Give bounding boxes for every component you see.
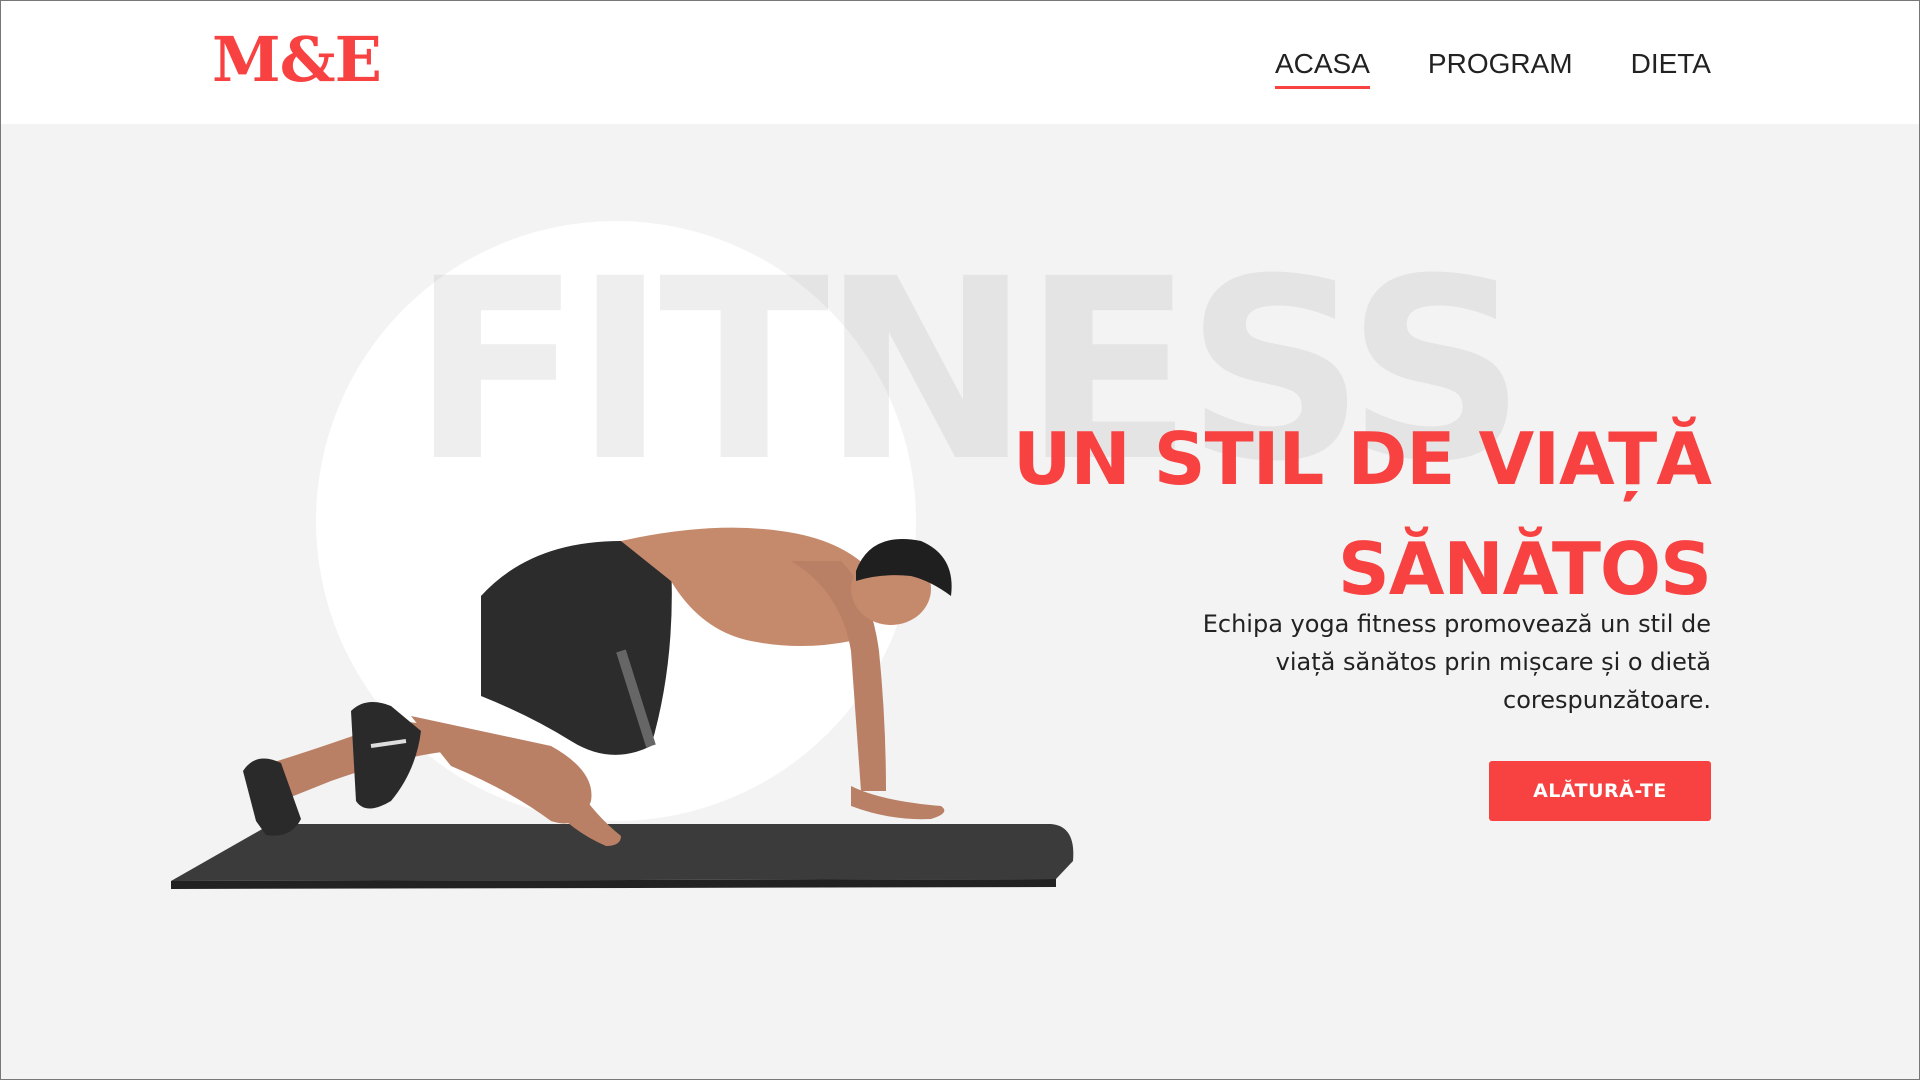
join-button[interactable]: ALĂTURĂ-TE	[1489, 761, 1711, 821]
nav-item-acasa[interactable]: ACASA	[1274, 47, 1370, 89]
hero-title: UN STIL DE VIAȚĂ SĂNĂTOS	[991, 404, 1712, 624]
main-nav: ACASA PROGRAM DIETA	[1274, 47, 1711, 89]
man-exercising-illustration	[171, 527, 1074, 889]
hero-description: Echipa yoga fitness promovează un stil d…	[1202, 610, 1711, 714]
logo[interactable]: M&E	[212, 27, 382, 93]
nav-item-program[interactable]: PROGRAM	[1428, 47, 1573, 81]
site-header: M&E ACASA PROGRAM DIETA	[1, 1, 1919, 124]
front-shoe	[351, 702, 421, 809]
nav-item-dieta[interactable]: DIETA	[1631, 47, 1711, 81]
page: M&E ACASA PROGRAM DIETA FITNESS UN STIL …	[0, 0, 1920, 1080]
hero-title-line-1: UN STIL DE VIAȚĂ	[1013, 417, 1712, 502]
exercise-mat	[171, 824, 1074, 881]
